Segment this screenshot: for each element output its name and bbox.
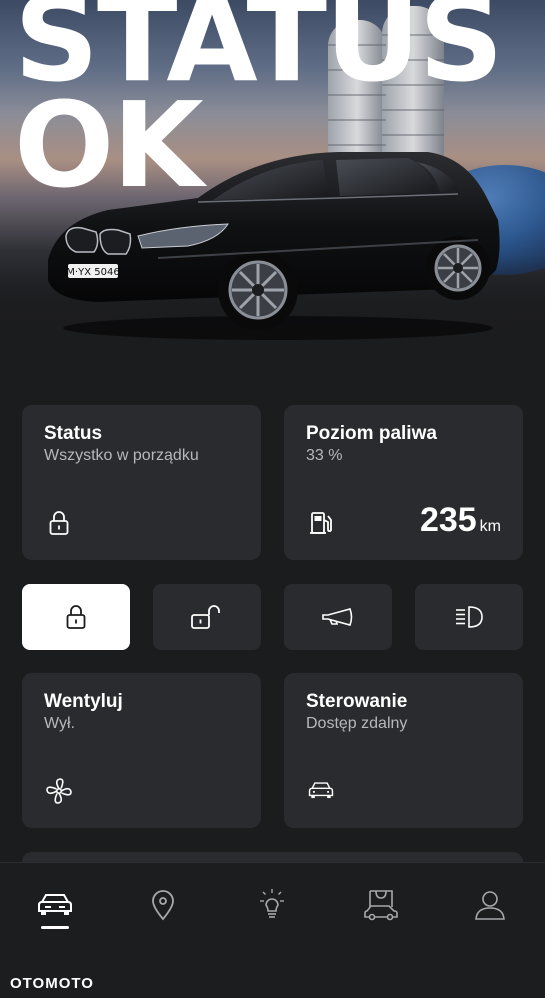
lock-button[interactable] bbox=[22, 584, 130, 650]
lock-closed-icon bbox=[66, 605, 86, 629]
nav-shop[interactable] bbox=[361, 885, 401, 925]
horn-icon bbox=[322, 608, 353, 626]
fuel-card-title: Poziom paliwa bbox=[306, 423, 437, 444]
fuel-level: 33 % bbox=[306, 447, 343, 464]
location-pin-icon bbox=[152, 890, 174, 921]
fuel-range-unit: km bbox=[479, 518, 501, 535]
ventilate-card-subtitle: Wył. bbox=[44, 715, 75, 732]
bottom-navigation: OTOMOTO bbox=[0, 862, 545, 998]
nav-active-indicator bbox=[41, 926, 69, 929]
remote-control-card[interactable]: Sterowanie Dostęp zdalny bbox=[284, 673, 523, 828]
fuel-range-value: 235 bbox=[419, 501, 477, 539]
person-icon bbox=[475, 891, 505, 920]
status-card-subtitle: Wszystko w porządku bbox=[44, 447, 199, 464]
fuel-card[interactable]: Poziom paliwa 33 % 235 km bbox=[284, 405, 523, 560]
headlight-icon bbox=[456, 606, 483, 628]
status-card[interactable]: Status Wszystko w porządku bbox=[22, 405, 261, 560]
car-icon bbox=[308, 782, 334, 799]
unlock-button[interactable] bbox=[153, 584, 261, 650]
hero-banner: STATUS OK M·YX 5046 bbox=[0, 0, 545, 380]
remote-card-subtitle: Dostęp zdalny bbox=[306, 715, 408, 732]
status-card-title: Status bbox=[44, 423, 103, 444]
otomoto-watermark: OTOMOTO bbox=[10, 975, 94, 992]
lock-open-icon bbox=[191, 605, 220, 629]
ventilate-card[interactable]: Wentyluj Wył. bbox=[22, 673, 261, 828]
remote-card-title: Sterowanie bbox=[306, 691, 408, 712]
nav-profile[interactable] bbox=[470, 885, 510, 925]
fuel-pump-icon bbox=[310, 512, 332, 534]
fuel-range: 235 km bbox=[420, 501, 501, 540]
nav-map[interactable] bbox=[143, 885, 183, 925]
lock-closed-icon bbox=[49, 511, 69, 535]
license-plate: M·YX 5046 bbox=[66, 267, 119, 278]
light-bulb-icon bbox=[260, 889, 284, 918]
horn-button[interactable] bbox=[284, 584, 392, 650]
fan-icon bbox=[46, 778, 72, 804]
car-front-icon bbox=[38, 894, 72, 915]
ventilate-card-title: Wentyluj bbox=[44, 691, 123, 712]
headlight-flash-button[interactable] bbox=[415, 584, 523, 650]
shopping-bag-car-icon bbox=[364, 890, 398, 921]
nav-vehicle[interactable] bbox=[35, 885, 75, 925]
car-image: M·YX 5046 bbox=[48, 152, 500, 340]
nav-ideas[interactable] bbox=[252, 885, 292, 925]
